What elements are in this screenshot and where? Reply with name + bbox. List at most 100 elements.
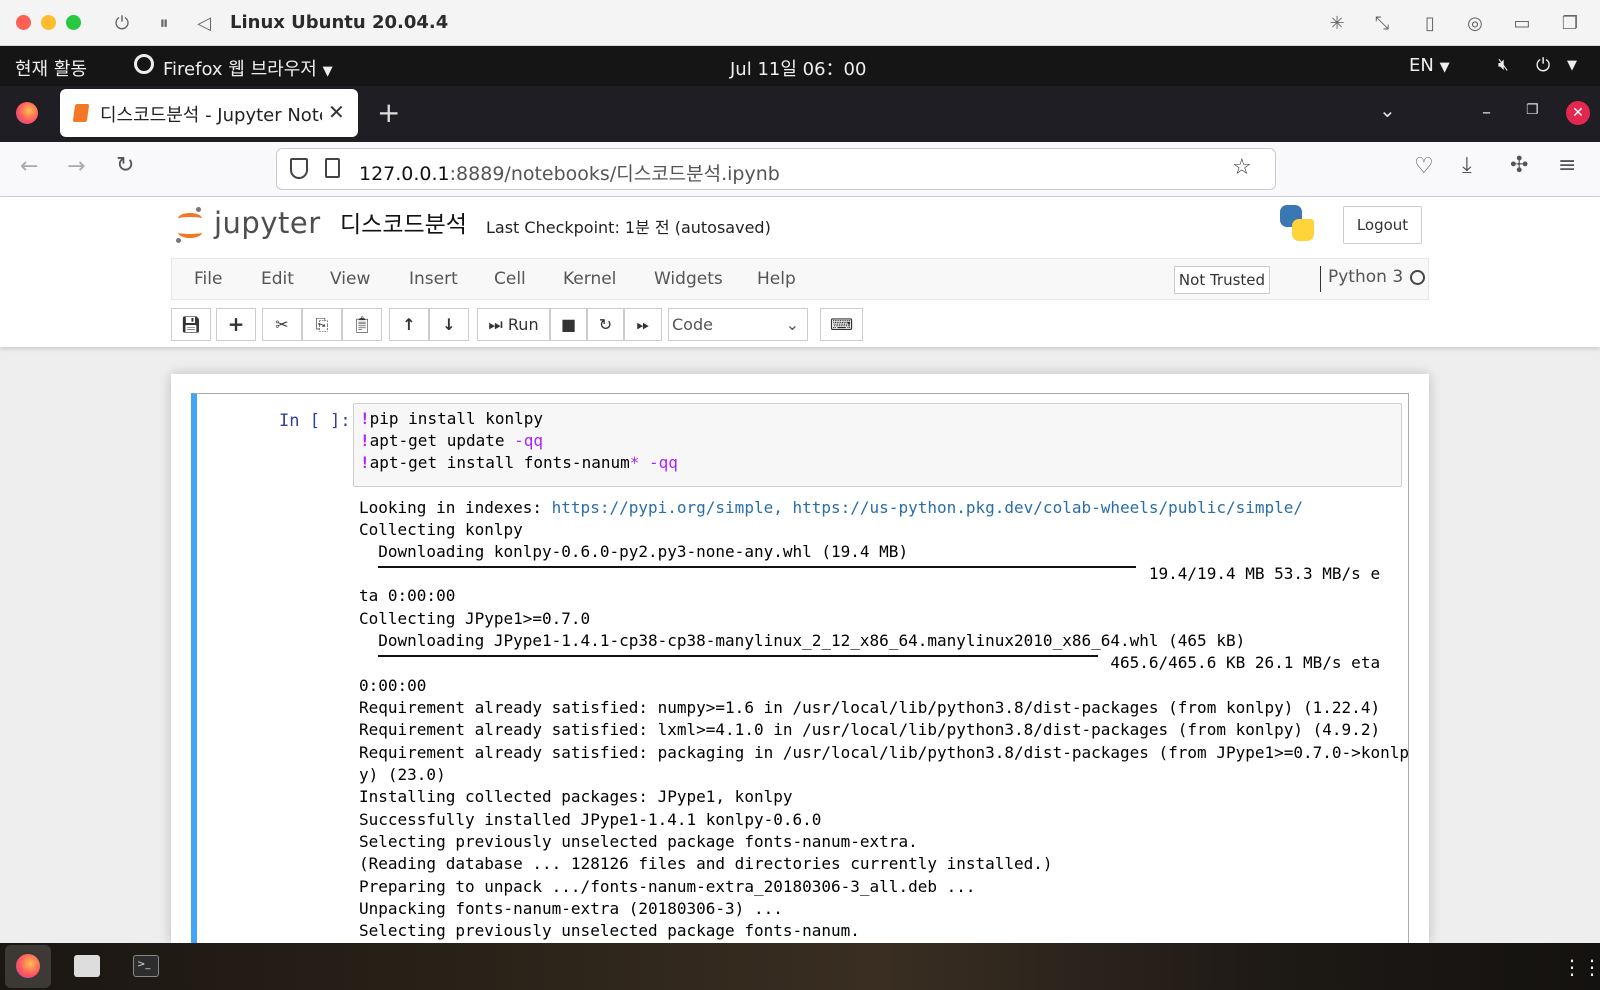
notebook-name[interactable]: 디스코드분석 <box>340 205 467 239</box>
kernel-name[interactable]: Python 3 <box>1328 267 1403 287</box>
extensions-icon[interactable]: ✣ <box>1510 153 1528 178</box>
close-browser-icon[interactable]: ✕ <box>1566 101 1590 125</box>
save-icon[interactable]: 💾︎ <box>171 308 211 341</box>
bookmark-star-icon[interactable]: ☆ <box>1232 155 1252 180</box>
windows-icon[interactable]: ❐ <box>1558 13 1582 35</box>
firefox-icon <box>16 954 40 978</box>
power-icon[interactable]: ⏻ <box>110 13 134 35</box>
move-down-icon[interactable]: ↓ <box>429 308 469 341</box>
output-line: 465.6/465.6 KB 26.1 MB/s eta <box>359 653 1381 672</box>
code-line: !apt-get install fonts-nanum* -qq <box>360 453 678 472</box>
restore-icon[interactable]: ❐ <box>1526 102 1539 118</box>
paste-icon[interactable]: 📋︎ <box>342 308 382 341</box>
output-line: Selecting previously unselected package … <box>359 921 860 940</box>
new-tab-icon[interactable]: + <box>377 96 400 129</box>
folder-icon[interactable]: ▭ <box>1510 13 1534 35</box>
close-tab-icon[interactable]: ✕ <box>328 100 345 124</box>
index-links[interactable]: https://pypi.org/simple, https://us-pyth… <box>552 498 1303 517</box>
speaker-muted-icon[interactable]: 🔇︎ <box>1498 55 1509 75</box>
menu-insert[interactable]: Insert <box>409 269 458 289</box>
system-menu-caret-icon[interactable]: ▼ <box>1567 58 1577 73</box>
url-bar[interactable]: 127.0.0.1:8889/notebooks/디스코드분석.ipynb ☆ <box>276 148 1276 190</box>
restart-icon[interactable]: ↻ <box>587 308 624 341</box>
firefox-menu-icon[interactable] <box>16 102 38 124</box>
power-menu-icon[interactable]: ⏻ <box>1536 55 1550 76</box>
output-line: Downloading konlpy-0.6.0-py2.py3-none-an… <box>359 542 909 561</box>
restart-run-all-icon[interactable]: ⏩︎ <box>624 308 662 341</box>
trust-button[interactable]: Not Trusted <box>1174 266 1270 294</box>
brightness-icon[interactable]: ✳ <box>1325 13 1349 35</box>
list-tabs-chevron-icon[interactable]: ⌄ <box>1379 98 1396 122</box>
cell-type-value: Code <box>672 315 713 334</box>
menu-file[interactable]: File <box>194 269 222 289</box>
jupyter-logo-icon[interactable] <box>176 207 206 243</box>
run-label: Run <box>507 315 539 334</box>
code-editor[interactable]: !pip install konlpy !apt-get update -qq … <box>353 403 1402 487</box>
firefox-app-icon <box>134 54 154 74</box>
page-icon[interactable] <box>325 158 340 178</box>
minimize-icon[interactable]: – <box>1482 102 1491 123</box>
app-menu[interactable]: Firefox 웹 브라우저 ▼ <box>163 55 333 81</box>
output-line: Collecting konlpy <box>359 520 523 539</box>
output-line: Selecting previously unselected package … <box>359 832 918 851</box>
shield-icon[interactable] <box>290 158 308 179</box>
lang-label: EN <box>1409 55 1434 76</box>
disc-icon[interactable]: ◎ <box>1463 13 1487 35</box>
resize-icon[interactable]: ⤡ <box>1370 13 1394 35</box>
caret-down-icon: ▼ <box>322 64 333 79</box>
close-window-button[interactable] <box>16 15 31 30</box>
menu-help[interactable]: Help <box>757 269 796 289</box>
run-button[interactable]: ⏭︎ Run <box>477 308 550 341</box>
code-line: !pip install konlpy <box>360 409 544 428</box>
hamburger-menu-icon[interactable]: ≡ <box>1558 153 1576 178</box>
interrupt-icon[interactable]: ■ <box>550 308 587 341</box>
copy-icon[interactable]: ⎘ <box>302 308 342 341</box>
pocket-icon[interactable]: ♡ <box>1414 154 1434 179</box>
notebook-favicon-icon <box>72 104 90 122</box>
forward-arrow-icon[interactable]: → <box>67 154 85 179</box>
gnome-top-bar: 현재 활동 Firefox 웹 브라우저 ▼ Jul 11일 06：00 EN … <box>0 46 1600 86</box>
menu-widgets[interactable]: Widgets <box>654 269 723 289</box>
app-menu-label: Firefox 웹 브라우저 <box>163 59 317 80</box>
tab-title: 디스코드분석 - Jupyter Notebook <box>100 105 322 126</box>
browser-nav-bar: ← → ↻ 127.0.0.1:8889/notebooks/디스코드분석.ip… <box>0 142 1600 197</box>
usb-icon[interactable]: ▯ <box>1418 13 1442 35</box>
vm-title: Linux Ubuntu 20.04.4 <box>230 12 449 33</box>
pause-icon[interactable]: ⏸ <box>152 13 176 35</box>
terminal-icon[interactable]: >_ <box>133 955 159 977</box>
cell-type-select[interactable]: Code ⌄ <box>668 308 808 341</box>
output-line: ta 0:00:00 <box>359 586 456 605</box>
jupyter-logo-text[interactable]: jupyter <box>214 206 321 240</box>
tab-notebook[interactable]: 디스코드분석 - Jupyter Notebook ✕ <box>60 89 358 137</box>
output-line: Collecting JPype1>=0.7.0 <box>359 609 591 628</box>
menu-view[interactable]: View <box>330 269 370 289</box>
download-icon[interactable]: ⤓ <box>1462 153 1472 178</box>
chevron-down-icon: ⌄ <box>785 315 799 334</box>
url-path: :8889/notebooks/디스코드분석.ipynb <box>449 163 780 185</box>
output-line: Unpacking fonts-nanum-extra (20180306-3)… <box>359 899 783 918</box>
url-text: 127.0.0.1:8889/notebooks/디스코드분석.ipynb <box>359 159 780 186</box>
python-logo-icon <box>1278 204 1316 242</box>
show-apps-grid-icon[interactable]: ⋮⋮ <box>1562 955 1600 979</box>
reload-icon[interactable]: ↻ <box>116 153 134 178</box>
logout-button[interactable]: Logout <box>1343 206 1422 244</box>
move-up-icon[interactable]: ↑ <box>389 308 429 341</box>
back-triangle-icon[interactable]: ◁ <box>192 13 216 35</box>
cut-icon[interactable]: ✂ <box>262 308 302 341</box>
minimize-window-button[interactable] <box>41 15 56 30</box>
input-language[interactable]: EN ▼ <box>1409 55 1450 76</box>
menu-kernel[interactable]: Kernel <box>563 269 616 289</box>
menu-edit[interactable]: Edit <box>261 269 294 289</box>
activities-button[interactable]: 현재 활동 <box>15 55 87 81</box>
zoom-window-button[interactable] <box>66 15 81 30</box>
insert-cell-icon[interactable]: + <box>216 308 256 341</box>
back-arrow-icon[interactable]: ← <box>20 154 38 179</box>
input-prompt: In [ ]: <box>279 411 351 431</box>
files-icon[interactable] <box>74 955 100 977</box>
output-line: Requirement already satisfied: lxml>=4.1… <box>359 720 1381 739</box>
clock[interactable]: Jul 11일 06：00 <box>730 55 866 81</box>
keyboard-shortcuts-icon[interactable]: ⌨ <box>820 308 863 341</box>
menu-cell[interactable]: Cell <box>494 269 526 289</box>
dock-firefox[interactable] <box>5 945 51 988</box>
output-line: Successfully installed JPype1-1.4.1 konl… <box>359 810 822 829</box>
